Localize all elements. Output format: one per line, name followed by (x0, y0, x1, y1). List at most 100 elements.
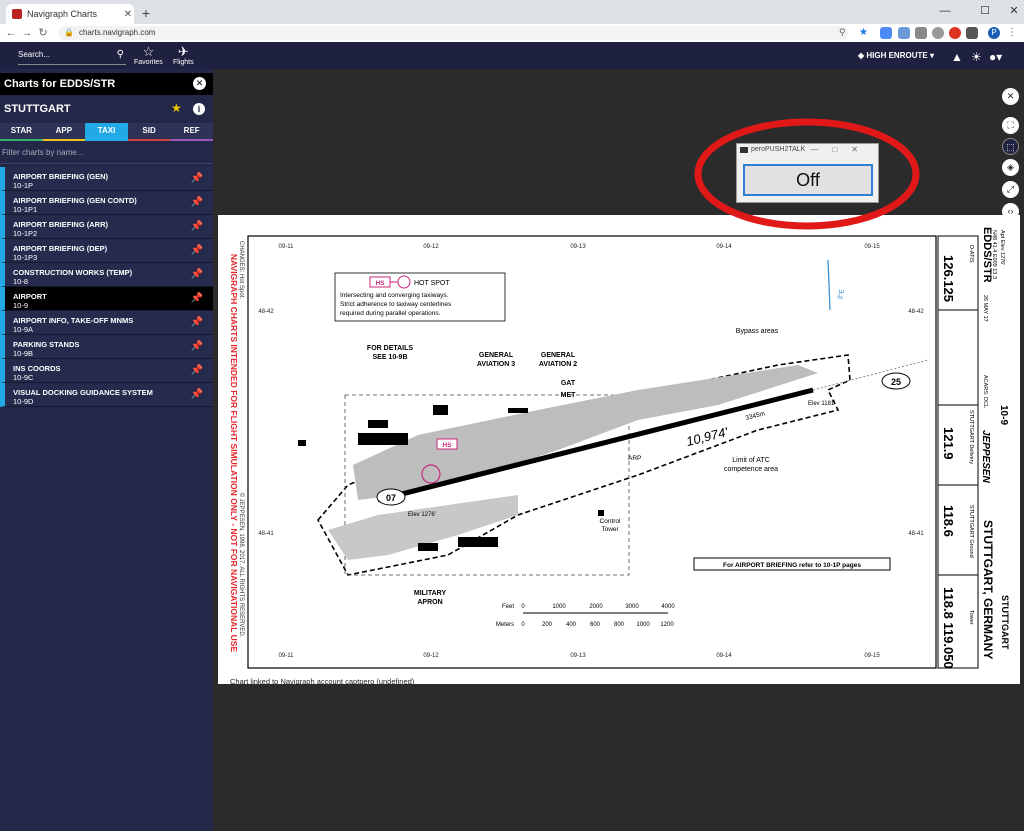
url-text: charts.navigraph.com (78, 28, 156, 37)
close-sidebar-icon[interactable]: ✕ (193, 77, 206, 90)
pin-icon[interactable]: 📌 (191, 197, 203, 208)
maximize-window-button[interactable]: ☐ (971, 2, 999, 20)
lon-tick: 09-12 (423, 244, 439, 250)
runway-07-label: 07 (386, 493, 396, 503)
flights-label: Flights (173, 59, 194, 66)
military-apron-label: APRON (417, 599, 442, 606)
extension-red-icon[interactable] (949, 27, 961, 39)
lon-tick: 09-13 (570, 653, 586, 659)
forward-icon[interactable]: → (20, 24, 34, 42)
tab-ref[interactable]: REF (170, 123, 213, 141)
airport-elevation: Apt Elev 1276' (999, 230, 1005, 265)
pin-icon[interactable]: 📌 (191, 221, 203, 232)
chart-list: AIRPORT BRIEFING (GEN) 10-1P 📌 AIRPORT BRI… (0, 167, 213, 407)
search-input[interactable]: Search... ⚲ (18, 49, 126, 65)
pin-icon[interactable]: 📌 (191, 389, 203, 400)
delivery-label: STUTTGART Delivery (968, 410, 974, 464)
chart-item-visual-docking[interactable]: VISUAL DOCKING GUIDANCE SYSTEM 10-9D 📌 (0, 383, 213, 407)
account-icon[interactable]: ●▾ (989, 50, 1002, 64)
favorites-button[interactable]: ☆ Favorites (134, 44, 163, 67)
chart-item-airport-briefing-gen[interactable]: AIRPORT BRIEFING (GEN) 10-1P 📌 (0, 167, 213, 191)
extension-dark-icon[interactable] (966, 27, 978, 39)
chart-code: 10-1P (13, 181, 34, 190)
pin-icon[interactable]: 📌 (191, 269, 203, 280)
chart-item-airport-briefing-gen-contd[interactable]: AIRPORT BRIEFING (GEN CONTD) 10-1P1 📌 (0, 191, 213, 215)
datis-frequency: 126.125 (941, 255, 956, 302)
fullscreen-icon[interactable]: ⛶ (1002, 117, 1019, 134)
icao-code: EDDS/STR (981, 227, 993, 283)
lat-tick: 48-41 (908, 531, 924, 537)
city-subtitle: STUTTGART (1000, 595, 1010, 650)
tab-sid[interactable]: SID (127, 123, 171, 141)
search-icon: ⚲ (116, 49, 124, 60)
lon-tick: 09-15 (864, 244, 880, 250)
fit-chart-icon[interactable]: ⬚ (1002, 138, 1019, 155)
back-icon[interactable]: ← (4, 24, 18, 42)
airplane-icon: ✈ (177, 44, 189, 59)
chart-item-construction-works[interactable]: CONSTRUCTION WORKS (TEMP) 10-8 📌 (0, 263, 213, 287)
chart-item-parking-stands[interactable]: PARKING STANDS 10-9B 📌 (0, 335, 213, 359)
filter-charts-input[interactable]: Filter charts by name... (0, 148, 213, 164)
zoom-icon[interactable]: ⚲ (839, 27, 851, 39)
tab-app[interactable]: APP (42, 123, 86, 141)
airport-name: STUTTGART (4, 103, 71, 115)
chart-layer-dropdown[interactable]: ◈ HIGH ENROUTE ▾ (858, 51, 934, 60)
atc-limit-label: Limit of ATC (732, 457, 770, 464)
pin-icon[interactable]: 📌 (191, 317, 203, 328)
browser-menu-icon[interactable]: ⋮ (1006, 27, 1018, 39)
extension-block-icon[interactable] (932, 27, 944, 39)
close-window-button[interactable]: ✕ (1000, 2, 1024, 20)
expand-icon[interactable]: ⤢ (1002, 181, 1019, 198)
scale-tick: 1000 (552, 604, 566, 610)
address-bar[interactable]: 🔒 charts.navigraph.com (58, 26, 848, 40)
favorites-label: Favorites (134, 59, 163, 66)
bypass-label: Bypass areas (736, 328, 779, 335)
control-tower-label: Tower (601, 526, 619, 533)
chevron-down-icon: ▾ (927, 51, 934, 60)
airport-info-icon[interactable]: i (193, 103, 205, 115)
new-tab-button[interactable]: + (138, 5, 154, 21)
extension-mail-icon[interactable] (880, 27, 892, 39)
hotspot-text: Intersecting and converging taxiways. (340, 292, 449, 299)
scale-tick: 0 (521, 622, 525, 628)
reload-icon[interactable]: ↻ (36, 24, 50, 42)
chart-item-ins-coords[interactable]: INS COORDS 10-9C 📌 (0, 359, 213, 383)
pin-icon[interactable]: 📌 (191, 245, 203, 256)
brightness-icon[interactable]: ☀ (971, 50, 982, 64)
profile-avatar[interactable]: P (988, 27, 1000, 39)
pin-icon[interactable]: 📌 (191, 293, 203, 304)
browser-tab[interactable]: Navigraph Charts ✕ (6, 4, 134, 24)
chart-name: PARKING STANDS (13, 340, 80, 349)
window-controls[interactable]: —□✕ (810, 145, 872, 154)
tab-taxi[interactable]: TAXI (85, 123, 128, 141)
navigraph-favicon-icon (12, 9, 22, 19)
lon-tick: 09-14 (716, 244, 732, 250)
pin-icon[interactable]: 📌 (191, 341, 203, 352)
tab-star[interactable]: STAR (0, 123, 43, 141)
layers-toggle-icon[interactable]: ◈ (1002, 159, 1019, 176)
close-chart-icon[interactable]: ✕ (1002, 88, 1019, 105)
chart-item-airport-briefing-arr[interactable]: AIRPORT BRIEFING (ARR) 10-1P2 📌 (0, 215, 213, 239)
extension-download-icon[interactable] (915, 27, 927, 39)
chart-name: INS COORDS (13, 364, 61, 373)
navigation-arrow-icon[interactable]: ▲ (951, 50, 963, 64)
tower-label: Tower (968, 610, 974, 625)
push-to-talk-toggle-button[interactable]: Off (743, 164, 873, 196)
lon-tick: 09-12 (423, 653, 439, 659)
lock-icon: 🔒 (64, 28, 74, 37)
airport-chart[interactable]: NAVIGRAPH CHARTS INTENDED FOR FLIGHT SIM… (218, 215, 1020, 684)
chart-item-airport-briefing-dep[interactable]: AIRPORT BRIEFING (DEP) 10-1P3 📌 (0, 239, 213, 263)
bookmark-star-icon[interactable]: ★ (859, 27, 871, 39)
chart-name: VISUAL DOCKING GUIDANCE SYSTEM (13, 388, 153, 397)
favorites-star-icon: ☆ (142, 44, 155, 59)
chart-item-airport[interactable]: AIRPORT 10-9 📌 (0, 287, 213, 311)
flights-button[interactable]: ✈ Flights (173, 44, 194, 67)
extension-chart-icon[interactable] (898, 27, 910, 39)
chart-name: AIRPORT BRIEFING (ARR) (13, 220, 108, 229)
chart-item-airport-info[interactable]: AIRPORT INFO, TAKE-OFF MNMS 10-9A 📌 (0, 311, 213, 335)
pin-icon[interactable]: 📌 (191, 365, 203, 376)
pin-icon[interactable]: 📌 (191, 173, 203, 184)
minimize-window-button[interactable]: — (931, 2, 959, 20)
close-tab-icon[interactable]: ✕ (122, 9, 134, 20)
favorite-star-icon[interactable]: ★ (171, 101, 182, 115)
